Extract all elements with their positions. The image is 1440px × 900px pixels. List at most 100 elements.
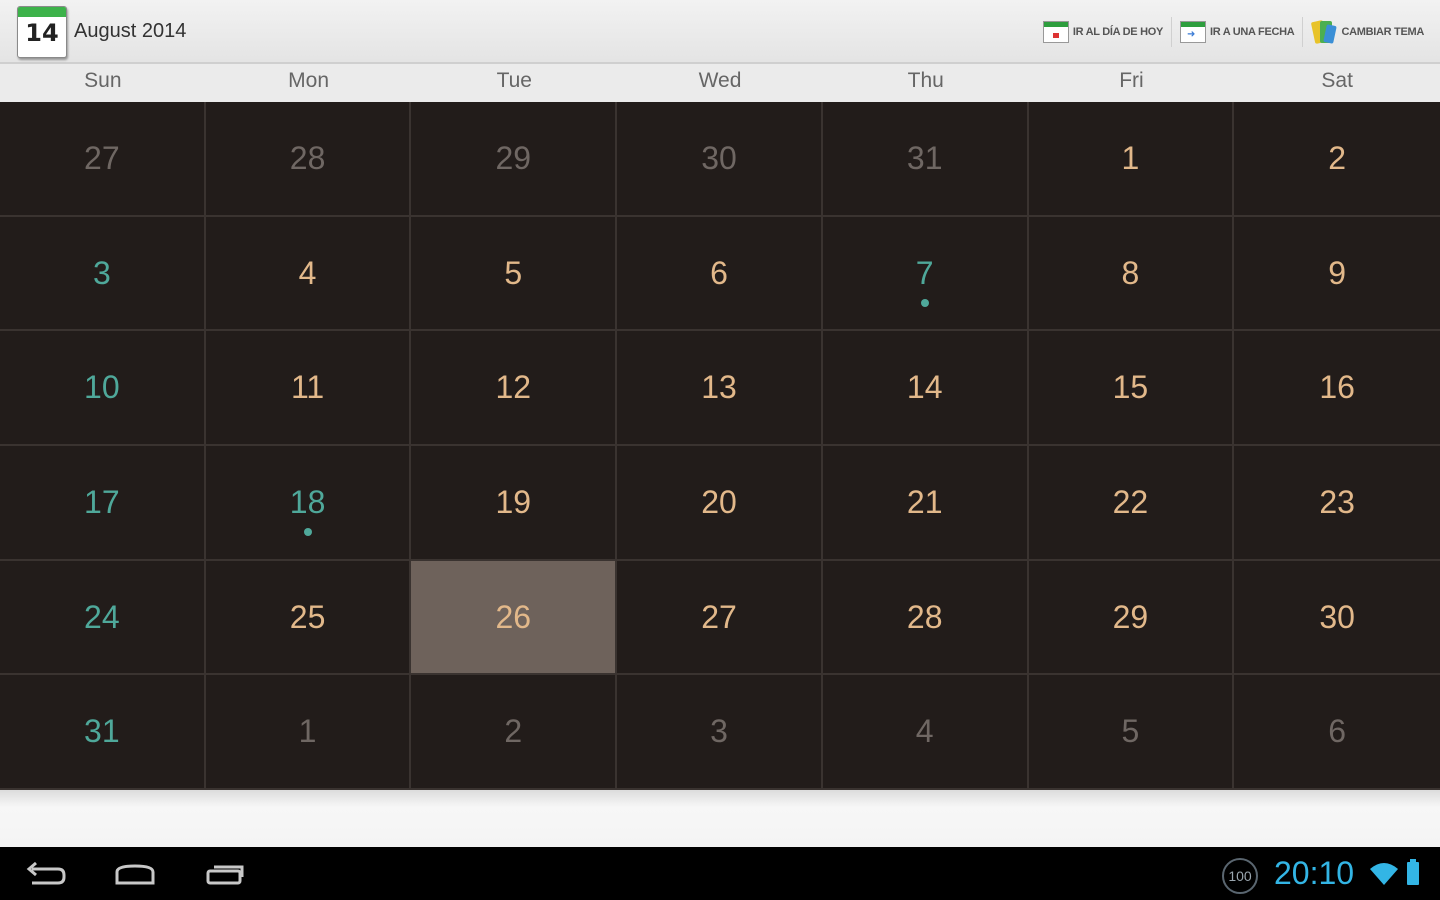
day-cell[interactable]: 4 (205, 216, 412, 332)
day-cell[interactable]: 22 (1028, 445, 1235, 561)
day-number: 14 (906, 369, 943, 406)
day-cell[interactable]: 10 (0, 331, 206, 446)
go-to-today-button[interactable]: IR AL DÍA DE HOY (1035, 14, 1171, 50)
day-cell[interactable]: 30 (617, 102, 823, 217)
weekday-tue: Tue (496, 69, 532, 92)
day-cell[interactable]: 20 (617, 445, 823, 561)
app-icon-header (18, 7, 66, 17)
day-cell[interactable]: 2 (1234, 102, 1440, 217)
weekday-sat: Sat (1321, 69, 1353, 92)
go-to-date-button[interactable]: ➜ IR A UNA FECHA (1172, 14, 1302, 50)
home-icon (115, 864, 155, 885)
day-number: 2 (1328, 140, 1347, 176)
day-cell[interactable]: 18 (205, 445, 412, 561)
change-theme-button[interactable]: CAMBIAR TEMA (1303, 14, 1432, 50)
day-number: 22 (1112, 483, 1149, 520)
day-cell[interactable]: 15 (1028, 331, 1235, 446)
day-cell[interactable]: 23 (1234, 446, 1440, 561)
day-cell[interactable]: 19 (411, 445, 618, 561)
change-theme-label: CAMBIAR TEMA (1341, 26, 1424, 38)
day-cell[interactable]: 8 (1028, 216, 1235, 332)
day-cell[interactable]: 1 (205, 675, 412, 790)
day-cell[interactable]: 4 (822, 675, 1029, 790)
day-cell[interactable]: 2 (411, 675, 618, 790)
weekday-sun: Sun (84, 69, 122, 92)
back-button[interactable] (20, 857, 70, 891)
day-number: 15 (1112, 369, 1149, 406)
day-number: 11 (290, 369, 325, 406)
day-number: 20 (701, 483, 737, 520)
day-cell[interactable]: 21 (822, 445, 1029, 561)
selected-day-cell[interactable]: 26 (411, 560, 618, 676)
day-cell[interactable]: 16 (1234, 331, 1440, 446)
day-number: 30 (701, 140, 737, 176)
recent-apps-button[interactable] (200, 857, 250, 891)
event-dot-icon (303, 527, 312, 536)
day-cell[interactable]: 3 (0, 216, 206, 332)
day-cell[interactable]: 30 (1234, 561, 1440, 676)
day-cell[interactable]: 11 (205, 331, 412, 446)
day-cell[interactable]: 5 (1028, 675, 1235, 790)
recent-apps-icon (206, 865, 244, 885)
day-cell[interactable]: 29 (411, 102, 618, 217)
action-buttons: IR AL DÍA DE HOY ➜ IR A UNA FECHA CAMBIA… (1035, 14, 1432, 50)
month-title: August 2014 (74, 20, 187, 42)
day-cell[interactable]: 31 (822, 102, 1029, 217)
day-cell[interactable]: 28 (822, 560, 1029, 676)
action-bar: 14 August 2014 IR AL DÍA DE HOY ➜ IR A U… (0, 0, 1440, 64)
day-number: 27 (84, 140, 120, 176)
day-number: 25 (289, 598, 326, 635)
app-icon-day: 14 (25, 19, 59, 47)
weekday-fri: Fri (1119, 69, 1144, 92)
day-number: 5 (504, 254, 523, 291)
day-number: 16 (1319, 369, 1355, 406)
day-number: 30 (1319, 598, 1355, 635)
calendar-today-icon (1042, 19, 1071, 45)
weekday-mon: Mon (288, 69, 329, 92)
back-icon (26, 861, 66, 885)
day-number: 1 (1121, 140, 1140, 176)
day-number: 3 (92, 254, 111, 291)
day-cell[interactable]: 14 (822, 331, 1029, 446)
go-to-today-label: IR AL DÍA DE HOY (1072, 26, 1164, 38)
day-cell[interactable]: 7 (822, 216, 1029, 332)
day-cell[interactable]: 5 (411, 216, 618, 332)
calendar-app-icon[interactable]: 14 (17, 6, 67, 58)
day-number: 31 (84, 713, 120, 750)
day-cell[interactable]: 6 (617, 216, 823, 332)
status-clock[interactable]: 20:10 (1274, 855, 1354, 892)
day-number: 9 (1328, 254, 1347, 291)
day-cell[interactable]: 6 (1234, 675, 1440, 790)
day-cell[interactable]: 25 (205, 560, 412, 676)
system-nav-bar: 100 20:10 (0, 847, 1440, 900)
day-cell[interactable]: 1 (1028, 102, 1235, 217)
day-number: 12 (495, 369, 532, 406)
day-number: 2 (504, 713, 523, 750)
day-cell[interactable]: 9 (1234, 217, 1440, 332)
day-cell[interactable]: 27 (0, 102, 206, 217)
day-cell[interactable]: 3 (617, 675, 823, 790)
day-number: 24 (84, 598, 120, 635)
day-cell[interactable]: 13 (617, 331, 823, 446)
day-number: 29 (1112, 598, 1149, 635)
day-number: 23 (1319, 483, 1355, 520)
day-cell[interactable]: 28 (205, 102, 412, 217)
day-number: 28 (906, 598, 943, 635)
calendar-goto-icon: ➜ (1180, 19, 1208, 45)
home-button[interactable] (110, 857, 160, 891)
day-cell[interactable]: 24 (0, 560, 206, 676)
day-number: 6 (1328, 713, 1347, 750)
day-number: 29 (495, 140, 532, 176)
go-to-date-label: IR A UNA FECHA (1210, 26, 1295, 38)
day-cell[interactable]: 27 (617, 560, 823, 676)
weekday-wed: Wed (698, 69, 742, 92)
day-cell[interactable]: 31 (0, 675, 206, 790)
day-cell[interactable]: 17 (0, 445, 206, 561)
day-cell[interactable]: 12 (411, 331, 618, 446)
day-cell[interactable]: 29 (1028, 560, 1235, 676)
day-number: 4 (915, 713, 934, 750)
palette-icon (1311, 19, 1339, 45)
day-number: 10 (84, 369, 120, 406)
battery-level-indicator: 100 (1222, 858, 1258, 894)
day-number: 4 (298, 254, 317, 291)
